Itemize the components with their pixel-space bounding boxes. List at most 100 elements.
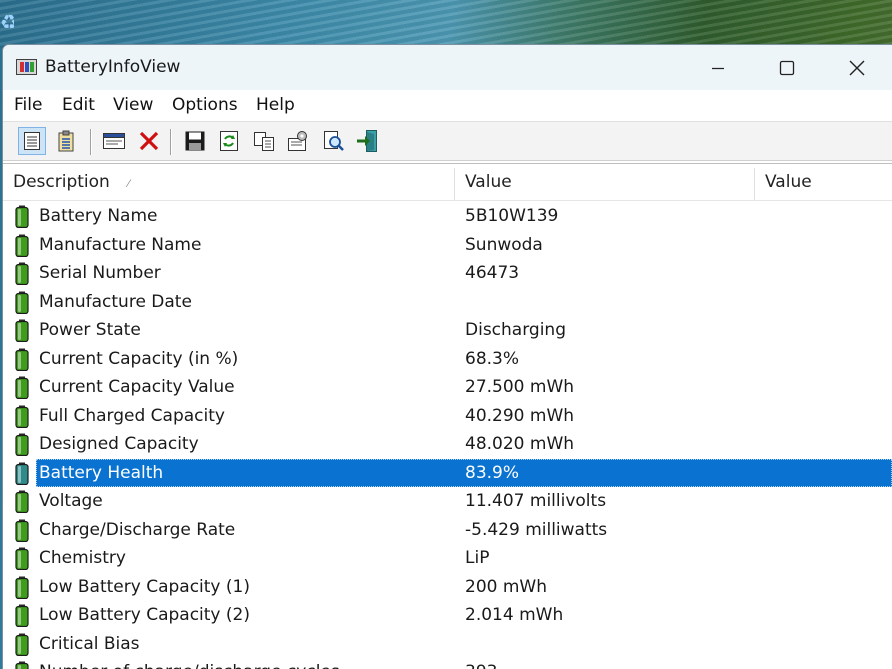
menu-view[interactable]: View (113, 95, 153, 115)
toolbar (3, 121, 892, 161)
menu-edit[interactable]: Edit (62, 95, 95, 115)
refresh-icon (220, 131, 238, 151)
table-row[interactable]: Battery Name 5B10W139 (3, 202, 892, 230)
row-value: 2.014 mWh (465, 605, 564, 625)
column-header-label: Value (765, 172, 812, 192)
row-description: Voltage (39, 491, 103, 511)
table-row[interactable]: Power State Discharging (3, 316, 892, 344)
menu-help[interactable]: Help (256, 95, 295, 115)
battery-icon (14, 405, 30, 429)
battery-icon (14, 576, 30, 600)
battery-icon-shape (15, 376, 29, 400)
row-description: Charge/Discharge Rate (39, 520, 236, 540)
battery-icon-shape (15, 633, 29, 657)
table-row[interactable]: Serial Number 46473 (3, 259, 892, 287)
selection-highlight (36, 459, 892, 487)
battery-icon (14, 262, 30, 286)
battery-icon (14, 291, 30, 315)
app-icon (16, 59, 37, 75)
battery-icon-shape (15, 433, 29, 457)
menu-file[interactable]: File (14, 95, 42, 115)
table-row[interactable]: Chemistry LiP (3, 544, 892, 572)
battery-icon (14, 348, 30, 372)
find-button[interactable] (320, 127, 348, 155)
row-description: Number of charge/discharge cycles (39, 662, 340, 669)
row-value: 5B10W139 (465, 206, 559, 226)
table-row[interactable]: Voltage 11.407 millivolts (3, 487, 892, 515)
column-header-label: Value (465, 172, 512, 192)
row-description: Manufacture Date (39, 292, 192, 312)
row-value: 393 (465, 662, 497, 669)
battery-icon (14, 462, 30, 486)
close-button[interactable] (822, 45, 892, 90)
battery-icon (14, 319, 30, 343)
row-value: Sunwoda (465, 235, 543, 255)
minimize-button[interactable] (683, 45, 753, 90)
menu-options[interactable]: Options (172, 95, 238, 115)
battery-icon-shape (15, 262, 29, 286)
battery-icon (14, 433, 30, 457)
recycle-bin-icon[interactable]: ♻ (0, 10, 14, 36)
table-row[interactable]: Low Battery Capacity (1) 200 mWh (3, 573, 892, 601)
table-row[interactable]: Designed Capacity 48.020 mWh (3, 430, 892, 458)
row-description: Power State (39, 320, 141, 340)
copy-button[interactable] (250, 127, 278, 155)
html-report-button[interactable] (100, 127, 128, 155)
window-title: BatteryInfoView (45, 57, 181, 77)
properties-icon (288, 131, 307, 151)
battery-icon-shape (15, 319, 29, 343)
battery-icon (14, 633, 30, 657)
properties-button[interactable] (284, 127, 312, 155)
table-row[interactable]: Full Charged Capacity 40.290 mWh (3, 402, 892, 430)
table-row[interactable]: Critical Bias (3, 630, 892, 658)
column-header-value[interactable]: Value (455, 164, 754, 200)
row-description: Manufacture Name (39, 235, 202, 255)
table-row[interactable]: Charge/Discharge Rate -5.429 milliwatts (3, 516, 892, 544)
delete-icon (139, 131, 159, 151)
row-description: Chemistry (39, 548, 126, 568)
table-row[interactable]: Current Capacity Value 27.500 mWh (3, 373, 892, 401)
battery-icon-shape (15, 661, 29, 669)
column-header-description[interactable]: Description (3, 164, 454, 200)
toolbar-separator (90, 129, 91, 155)
battery-icon-shape (15, 547, 29, 571)
table-row[interactable]: Current Capacity (in %) 68.3% (3, 345, 892, 373)
maximize-button[interactable] (752, 45, 822, 90)
row-value: -5.429 milliwatts (465, 520, 608, 540)
row-value: 46473 (465, 263, 520, 283)
battery-icon-shape (15, 576, 29, 600)
row-value: 27.500 mWh (465, 377, 575, 397)
battery-icon (14, 376, 30, 400)
table-row[interactable]: Battery Health 83.9% (3, 459, 892, 487)
exit-button[interactable] (354, 127, 382, 155)
row-description: Critical Bias (39, 634, 140, 654)
battery-icon-shape (15, 205, 29, 229)
row-description: Current Capacity (in %) (39, 349, 239, 369)
toolbar-separator (170, 129, 171, 155)
column-header-value-2[interactable]: Value (755, 164, 892, 200)
table-row[interactable]: Number of charge/discharge cycles 393 (3, 658, 892, 669)
delete-button[interactable] (135, 127, 163, 155)
battery-icon-shape (15, 490, 29, 514)
exit-icon (357, 130, 377, 152)
battery-icon-shape (15, 462, 29, 486)
battery-icon-shape (15, 604, 29, 628)
list-view-icon (58, 130, 74, 152)
column-header-row: Description ⁄ Value Value (3, 164, 892, 201)
table-row[interactable]: Manufacture Name Sunwoda (3, 231, 892, 259)
battery-info-list[interactable]: Description ⁄ Value Value Battery Name 5B… (3, 163, 892, 669)
row-value: 68.3% (465, 349, 520, 369)
list-view-button[interactable] (52, 127, 80, 155)
maximize-icon (779, 60, 795, 75)
row-description: Serial Number (39, 263, 161, 283)
desktop-background (0, 0, 892, 48)
save-button[interactable] (181, 127, 209, 155)
battery-icon-shape (15, 234, 29, 258)
app-window: BatteryInfoView File Edit View Options H… (2, 44, 892, 669)
table-row[interactable]: Low Battery Capacity (2) 2.014 mWh (3, 601, 892, 629)
details-view-button[interactable] (18, 127, 46, 155)
refresh-button[interactable] (215, 127, 243, 155)
table-row[interactable]: Manufacture Date (3, 288, 892, 316)
title-bar[interactable]: BatteryInfoView (3, 45, 892, 90)
details-view-icon (24, 132, 40, 150)
